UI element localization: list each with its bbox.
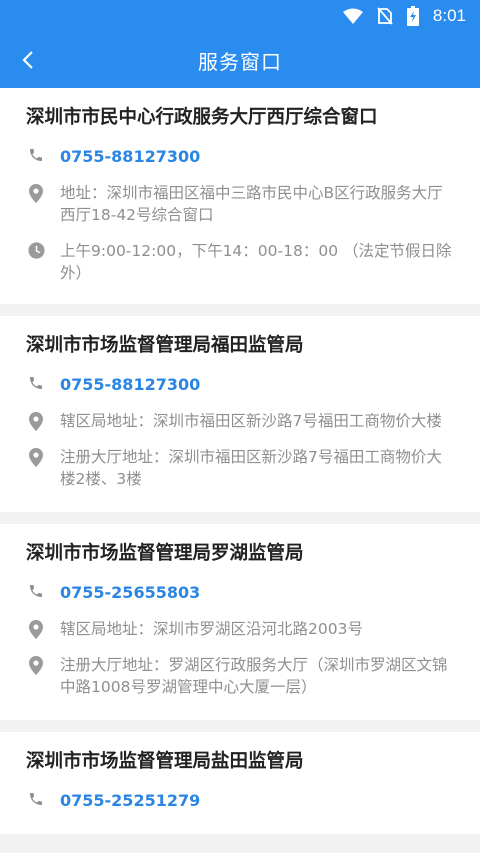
hours-row: 上午9:00-12:00，下午14：00-18：00 （法定节假日除外） bbox=[26, 240, 452, 284]
phone-number[interactable]: 0755-25251279 bbox=[60, 790, 200, 812]
address-text: 注册大厅地址：罗湖区行政服务大厅（深圳市罗湖区文锦中路1008号罗湖管理中心大厦… bbox=[60, 656, 448, 696]
address-row: 辖区局地址：深圳市福田区新沙路7号福田工商物价大楼 bbox=[26, 410, 452, 432]
location-icon bbox=[26, 410, 46, 431]
chevron-left-icon bbox=[22, 51, 33, 69]
phone-row[interactable]: 0755-88127300 bbox=[26, 146, 452, 168]
page-title: 服务窗口 bbox=[198, 49, 282, 74]
no-sim-icon bbox=[377, 7, 393, 25]
address-row: 注册大厅地址：深圳市福田区新沙路7号福田工商物价大楼2楼、3楼 bbox=[26, 446, 452, 490]
status-time: 8:01 bbox=[432, 6, 466, 25]
window-name: 深圳市市场监督管理局盐田监管局 bbox=[26, 751, 304, 772]
address-text: 辖区局地址：深圳市罗湖区沿河北路2003号 bbox=[60, 620, 363, 638]
battery-charging-icon bbox=[406, 6, 419, 26]
phone-number[interactable]: 0755-88127300 bbox=[60, 374, 200, 396]
window-card[interactable]: 深圳市市场监督管理局盐田监管局 0755-25251279 bbox=[0, 732, 480, 834]
back-button[interactable] bbox=[8, 40, 48, 80]
window-card[interactable]: 深圳市市民中心行政服务大厅西厅综合窗口 0755-88127300 地址：深圳市… bbox=[0, 88, 480, 304]
phone-icon bbox=[26, 374, 46, 391]
window-name: 深圳市市场监督管理局福田监管局 bbox=[26, 335, 304, 356]
phone-row[interactable]: 0755-88127300 bbox=[26, 374, 452, 396]
window-list[interactable]: 深圳市市民中心行政服务大厅西厅综合窗口 0755-88127300 地址：深圳市… bbox=[0, 88, 480, 853]
phone-icon bbox=[26, 790, 46, 807]
phone-row[interactable]: 0755-25251279 bbox=[26, 790, 452, 812]
window-card[interactable]: 深圳市市场监督管理局罗湖监管局 0755-25655803 辖区局地址：深圳市罗… bbox=[0, 524, 480, 720]
window-name: 深圳市市民中心行政服务大厅西厅综合窗口 bbox=[26, 107, 378, 128]
phone-number[interactable]: 0755-88127300 bbox=[60, 146, 200, 168]
address-text: 地址：深圳市福田区福中三路市民中心B区行政服务大厅西厅18-42号综合窗口 bbox=[60, 184, 443, 224]
location-icon bbox=[26, 618, 46, 639]
location-icon bbox=[26, 182, 46, 203]
address-text: 注册大厅地址：深圳市福田区新沙路7号福田工商物价大楼2楼、3楼 bbox=[60, 448, 442, 488]
phone-icon bbox=[26, 146, 46, 163]
address-row: 注册大厅地址：罗湖区行政服务大厅（深圳市罗湖区文锦中路1008号罗湖管理中心大厦… bbox=[26, 654, 452, 698]
phone-icon bbox=[26, 582, 46, 599]
address-row: 辖区局地址：深圳市罗湖区沿河北路2003号 bbox=[26, 618, 452, 640]
phone-number[interactable]: 0755-25655803 bbox=[60, 582, 200, 604]
status-bar: 8:01 bbox=[0, 0, 480, 32]
clock-icon bbox=[26, 240, 46, 259]
location-icon bbox=[26, 446, 46, 467]
app-bar: 服务窗口 bbox=[0, 32, 480, 88]
phone-row[interactable]: 0755-25655803 bbox=[26, 582, 452, 604]
hours-text: 上午9:00-12:00，下午14：00-18：00 （法定节假日除外） bbox=[60, 242, 452, 282]
window-name: 深圳市市场监督管理局罗湖监管局 bbox=[26, 543, 304, 564]
window-card[interactable]: 深圳市市场监督管理局福田监管局 0755-88127300 辖区局地址：深圳市福… bbox=[0, 316, 480, 512]
wifi-icon bbox=[342, 8, 363, 24]
location-icon bbox=[26, 654, 46, 675]
address-text: 辖区局地址：深圳市福田区新沙路7号福田工商物价大楼 bbox=[60, 412, 442, 430]
address-row: 地址：深圳市福田区福中三路市民中心B区行政服务大厅西厅18-42号综合窗口 bbox=[26, 182, 452, 226]
